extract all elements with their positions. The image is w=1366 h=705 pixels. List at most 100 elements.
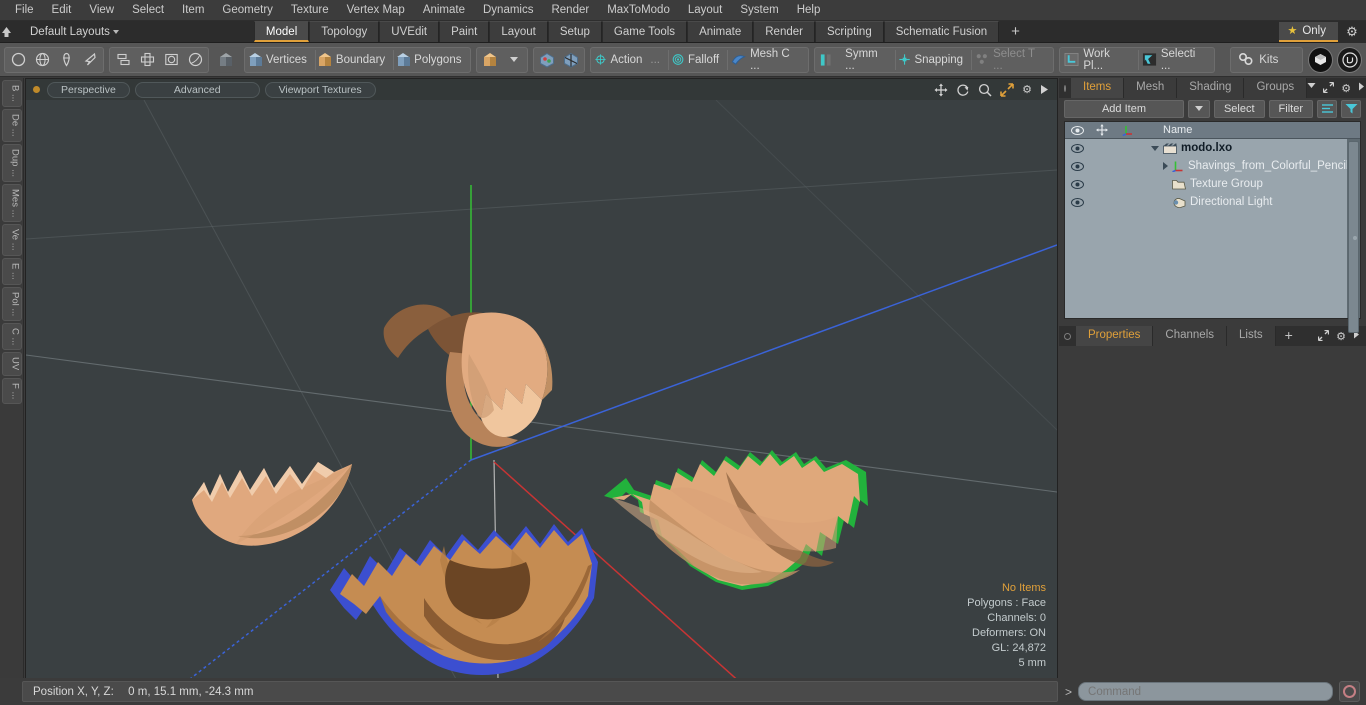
- move-icon[interactable]: [934, 83, 948, 97]
- align-icon[interactable]: [111, 48, 135, 72]
- viewport-textures-button[interactable]: Viewport Textures: [264, 81, 376, 98]
- symmetry-button[interactable]: Symm ...: [816, 48, 895, 72]
- row-name-cell[interactable]: modo.lxo: [1141, 142, 1360, 154]
- menu-geometry[interactable]: Geometry: [213, 0, 282, 21]
- panel-menu-dot-icon[interactable]: [1064, 332, 1071, 340]
- select-through-button[interactable]: Select T ...: [972, 48, 1052, 72]
- only-toggle-button[interactable]: ★ Only: [1279, 21, 1338, 42]
- vtab-polygon[interactable]: Pol ...: [1, 286, 22, 321]
- expand-icon[interactable]: [1318, 329, 1330, 343]
- tab-channels[interactable]: Channels: [1153, 326, 1228, 346]
- globe-icon[interactable]: [30, 48, 54, 72]
- tab-mesh[interactable]: Mesh ...: [1124, 78, 1178, 112]
- tab-render[interactable]: Render: [753, 21, 815, 42]
- vtab-mesh-edit[interactable]: Mes ...: [1, 183, 22, 223]
- select-button[interactable]: Select: [1213, 99, 1265, 118]
- tab-paint[interactable]: Paint: [439, 21, 490, 42]
- menu-view[interactable]: View: [80, 0, 123, 21]
- item-cube-icon[interactable]: [214, 48, 238, 72]
- command-input[interactable]: [1078, 682, 1333, 701]
- work-plane-button[interactable]: Work Pl...: [1061, 48, 1138, 72]
- center-icon[interactable]: [135, 48, 159, 72]
- filter-button[interactable]: Filter: [1268, 99, 1313, 118]
- vtab-curve[interactable]: C ...: [1, 322, 22, 351]
- view-preset-1-icon[interactable]: [535, 48, 559, 72]
- filter-funnel-icon[interactable]: [1341, 99, 1361, 118]
- arrow-right-icon[interactable]: [1358, 82, 1365, 95]
- table-row[interactable]: Texture Group: [1065, 175, 1360, 193]
- chevron-right-icon[interactable]: [1163, 162, 1168, 170]
- row-visibility-toggle[interactable]: [1065, 143, 1089, 153]
- menu-render[interactable]: Render: [542, 0, 598, 21]
- menu-maxtomodo[interactable]: MaxToModo: [598, 0, 679, 21]
- menu-system[interactable]: System: [731, 0, 787, 21]
- tab-properties[interactable]: Properties: [1076, 326, 1154, 346]
- menu-item[interactable]: Item: [173, 0, 213, 21]
- add-item-dropdown-button[interactable]: [1187, 99, 1210, 118]
- list-options-icon[interactable]: [1317, 99, 1337, 118]
- row-visibility-toggle[interactable]: [1065, 197, 1089, 207]
- menu-edit[interactable]: Edit: [43, 0, 81, 21]
- tab-scripting[interactable]: Scripting: [814, 21, 884, 42]
- vtab-uv[interactable]: UV: [1, 352, 22, 376]
- table-row[interactable]: Shavings_from_Colorful_Pencils: [1065, 157, 1360, 175]
- snapping-button[interactable]: Snapping: [896, 48, 971, 72]
- zoom-icon[interactable]: [978, 83, 992, 97]
- unreal-engine-icon[interactable]: [1337, 46, 1362, 73]
- tab-animate[interactable]: Animate: [687, 21, 754, 42]
- boundary-mode-button[interactable]: Boundary: [316, 48, 393, 72]
- falloff-button[interactable]: Falloff: [669, 48, 727, 72]
- menu-dynamics[interactable]: Dynamics: [474, 0, 542, 21]
- vtab-vertex[interactable]: Ve ...: [1, 224, 22, 256]
- frame-icon[interactable]: [159, 48, 183, 72]
- tab-game-tools[interactable]: Game Tools: [601, 21, 688, 42]
- sphere-icon[interactable]: [183, 48, 207, 72]
- viewport-shading-button[interactable]: Advanced: [134, 81, 260, 98]
- menu-texture[interactable]: Texture: [282, 0, 338, 21]
- table-row[interactable]: modo.lxo: [1065, 139, 1360, 157]
- row-name-cell[interactable]: Shavings_from_Colorful_Pencils: [1141, 160, 1360, 172]
- items-list[interactable]: Name modo.lxo Shavings_from_Colorful_Pen…: [1064, 121, 1361, 333]
- add-tab-button[interactable]: +: [999, 21, 1032, 42]
- gear-icon[interactable]: ⚙: [1336, 330, 1346, 343]
- menu-help[interactable]: Help: [788, 0, 830, 21]
- tab-setup[interactable]: Setup: [547, 21, 602, 42]
- chevron-down-icon[interactable]: [1307, 82, 1316, 95]
- row-name-cell[interactable]: Directional Light: [1141, 196, 1360, 208]
- vtab-deform[interactable]: De ...: [1, 108, 22, 142]
- viewport-perspective-button[interactable]: Perspective: [47, 81, 130, 98]
- add-item-button[interactable]: Add Item: [1064, 99, 1184, 118]
- menu-animate[interactable]: Animate: [414, 0, 474, 21]
- chevron-down-icon[interactable]: [502, 48, 526, 72]
- add-properties-tab-button[interactable]: +: [1276, 326, 1302, 346]
- row-name-cell[interactable]: Texture Group: [1141, 178, 1360, 190]
- action-center-button[interactable]: Action ...: [592, 48, 668, 72]
- circle-icon[interactable]: [6, 48, 30, 72]
- polygons-mode-button[interactable]: Polygons: [394, 48, 469, 72]
- mesh-constraint-button[interactable]: Mesh C ...: [728, 48, 807, 72]
- cone-icon[interactable]: [54, 48, 78, 72]
- tab-groups[interactable]: Groups: [1244, 78, 1308, 98]
- record-macro-button[interactable]: [1339, 681, 1360, 702]
- vtab-duplicate[interactable]: Dup ...: [1, 143, 22, 182]
- arrow-right-icon[interactable]: [1040, 84, 1049, 95]
- fit-icon[interactable]: [1000, 82, 1014, 97]
- tab-topology[interactable]: Topology: [309, 21, 380, 42]
- row-visibility-toggle[interactable]: [1065, 179, 1089, 189]
- cursor-icon[interactable]: [78, 48, 102, 72]
- tab-schematic-fusion[interactable]: Schematic Fusion: [883, 21, 1000, 42]
- view-preset-2-icon[interactable]: [559, 48, 583, 72]
- vertices-mode-button[interactable]: Vertices: [246, 48, 315, 72]
- tab-uvedit[interactable]: UVEdit: [379, 21, 440, 42]
- menu-select[interactable]: Select: [123, 0, 173, 21]
- item-mode-icon[interactable]: [478, 48, 502, 72]
- menu-layout[interactable]: Layout: [679, 0, 732, 21]
- menu-file[interactable]: File: [6, 0, 43, 21]
- row-visibility-toggle[interactable]: [1065, 161, 1089, 171]
- chevron-down-icon[interactable]: [1151, 145, 1159, 151]
- tab-lists[interactable]: Lists: [1227, 326, 1276, 346]
- gear-icon[interactable]: ⚙: [1338, 20, 1366, 43]
- vtab-edge[interactable]: E ...: [1, 257, 22, 285]
- panel-menu-dot-icon[interactable]: [1064, 84, 1066, 92]
- tab-model[interactable]: Model: [253, 21, 310, 42]
